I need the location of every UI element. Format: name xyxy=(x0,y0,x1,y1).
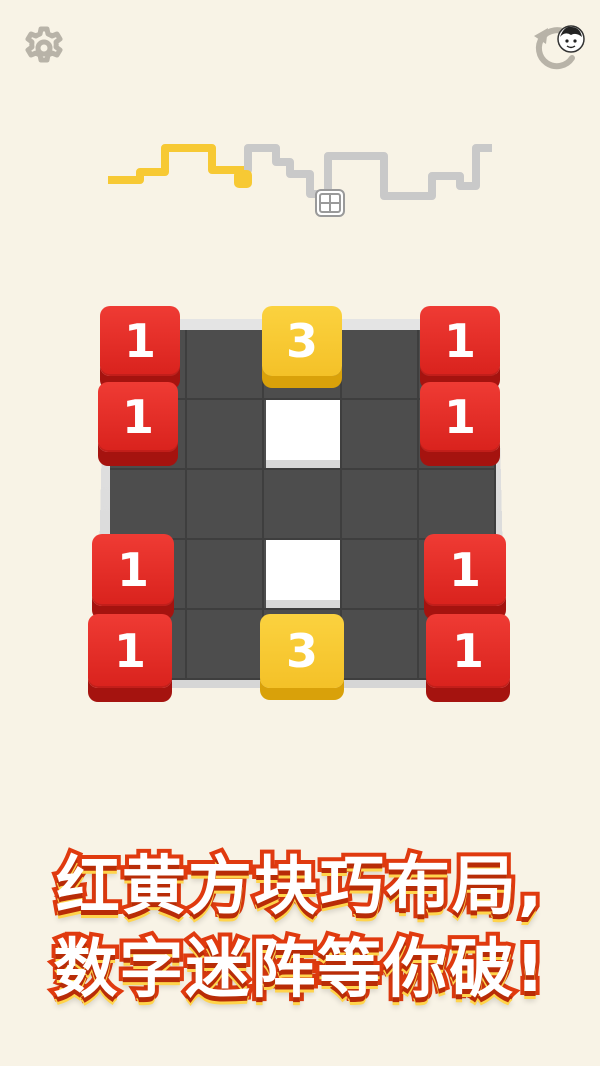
red-number-tile[interactable]: 1 xyxy=(420,382,500,452)
level-progress-path xyxy=(0,130,600,230)
board-cell[interactable] xyxy=(341,610,419,680)
board-hole-edge xyxy=(266,600,340,608)
yellow-number-tile[interactable]: 3 xyxy=(262,306,342,376)
yellow-number-tile[interactable]: 3 xyxy=(260,614,344,688)
settings-button[interactable] xyxy=(16,20,72,76)
board-cell[interactable] xyxy=(187,470,265,540)
red-number-tile[interactable]: 1 xyxy=(98,382,178,452)
board-cell[interactable] xyxy=(187,610,265,680)
red-number-tile[interactable]: 1 xyxy=(100,306,180,376)
board-cell[interactable] xyxy=(187,330,265,400)
board-cell[interactable] xyxy=(418,470,496,540)
undo-button[interactable] xyxy=(528,20,585,76)
board-cell[interactable] xyxy=(341,400,419,470)
red-number-tile[interactable]: 1 xyxy=(92,534,174,606)
board-cell[interactable] xyxy=(341,330,419,400)
game-board: 1311111113 xyxy=(88,300,520,700)
red-number-tile[interactable]: 1 xyxy=(426,614,510,688)
avatar-face-icon xyxy=(557,25,585,53)
board-cell[interactable] xyxy=(341,540,419,610)
red-number-tile[interactable]: 1 xyxy=(88,614,172,688)
promo-headline-line1: 红黄方块巧布局, xyxy=(52,846,546,928)
board-cell[interactable] xyxy=(187,400,265,470)
board-hole xyxy=(266,540,340,602)
board-cell[interactable] xyxy=(264,470,342,540)
board-hole xyxy=(266,400,340,462)
board-cell[interactable] xyxy=(187,540,265,610)
promo-headline-line2: 数字迷阵等你破! xyxy=(49,929,548,1011)
board-cell[interactable] xyxy=(341,470,419,540)
board-cell[interactable] xyxy=(110,470,188,540)
gear-icon xyxy=(25,26,63,63)
red-number-tile[interactable]: 1 xyxy=(420,306,500,376)
red-number-tile[interactable]: 1 xyxy=(424,534,506,606)
board-hole-edge xyxy=(266,460,340,468)
